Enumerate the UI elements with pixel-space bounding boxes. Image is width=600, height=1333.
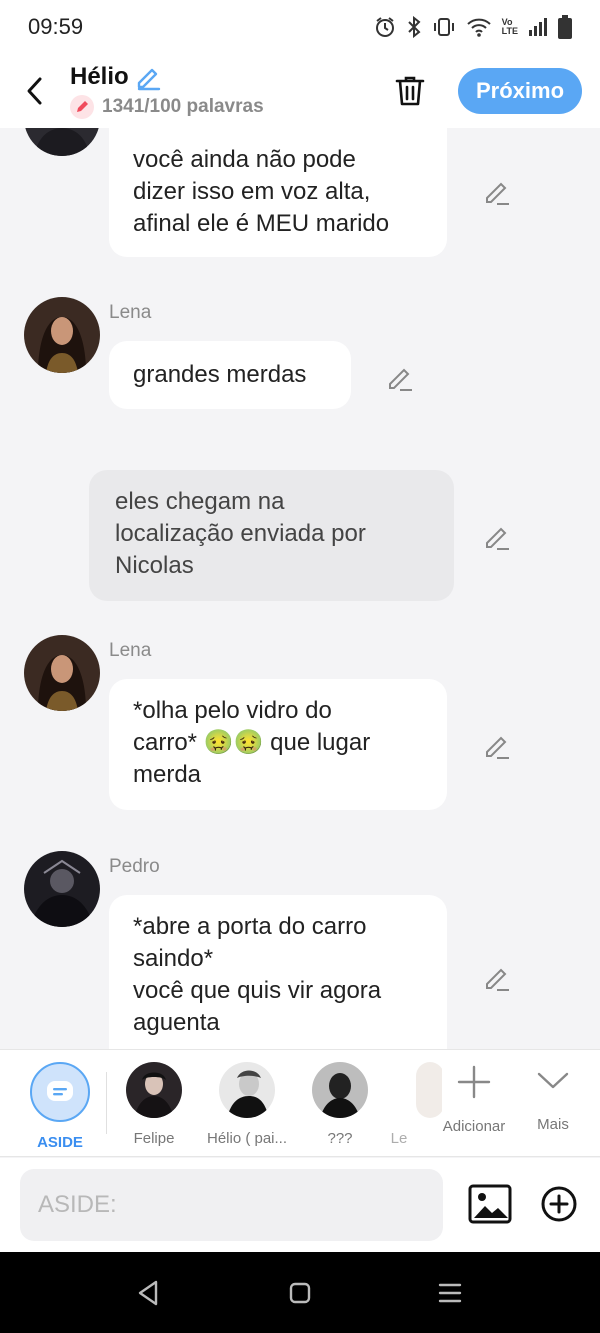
- chat-area[interactable]: você ainda não pode dizer isso em voz al…: [0, 128, 600, 1049]
- bluetooth-icon: [407, 16, 421, 38]
- system-nav-bar: [0, 1252, 600, 1333]
- status-time: 09:59: [28, 14, 84, 39]
- edit-message-icon[interactable]: [482, 176, 512, 206]
- avatar: [126, 1062, 182, 1118]
- word-count-badge: [70, 95, 94, 119]
- sender-name: Lena: [109, 640, 152, 661]
- character-bar: ASIDE Felipe Hélio ( pai... ??? Le Adici…: [0, 1049, 600, 1157]
- message-bubble[interactable]: você ainda não pode dizer isso em voz al…: [109, 128, 447, 257]
- character-helio[interactable]: Hélio ( pai...: [207, 1062, 287, 1147]
- character-felipe[interactable]: Felipe: [114, 1062, 194, 1147]
- message-bubble[interactable]: grandes merdas: [109, 341, 351, 409]
- avatar[interactable]: [24, 128, 100, 156]
- chat-bubble-icon: [47, 1081, 73, 1101]
- page-title: Hélio: [70, 63, 129, 90]
- signal-icon: [529, 18, 547, 36]
- avatar[interactable]: [24, 297, 100, 373]
- edit-message-icon[interactable]: [482, 730, 512, 760]
- status-bar: 09:59 Vo LTE: [0, 0, 600, 54]
- alarm-icon: [375, 17, 394, 37]
- avatar: [312, 1062, 368, 1118]
- title-block: Hélio 1341/100 palavras: [70, 63, 384, 119]
- character-label: Hélio ( pai...: [206, 1130, 288, 1147]
- character-label: ???: [327, 1130, 353, 1147]
- back-button[interactable]: [0, 54, 70, 128]
- message-input[interactable]: [20, 1169, 443, 1241]
- plus-icon: [457, 1065, 491, 1099]
- avatar[interactable]: [24, 851, 100, 927]
- battery-icon: [558, 15, 572, 39]
- image-icon[interactable]: [468, 1184, 512, 1224]
- character-lena[interactable]: Le: [362, 1062, 442, 1147]
- next-button[interactable]: Próximo: [458, 68, 582, 114]
- sender-name: Lena: [109, 302, 152, 323]
- character-label: ASIDE: [37, 1134, 83, 1151]
- divider: [106, 1072, 107, 1134]
- message-bubble[interactable]: *olha pelo vidro do carro* 🤢🤢 que lugar …: [109, 679, 447, 810]
- character-label: Le: [390, 1130, 408, 1147]
- nav-home-icon[interactable]: [283, 1276, 317, 1310]
- avatar[interactable]: [24, 635, 100, 711]
- word-count: 1341/100 palavras: [102, 96, 264, 117]
- add-circle-icon[interactable]: [540, 1185, 578, 1223]
- status-icons: Vo LTE: [374, 15, 572, 39]
- add-character-button[interactable]: Adicionar: [434, 1064, 514, 1135]
- wifi-icon: [466, 18, 491, 37]
- header: Hélio 1341/100 palavras Próximo: [0, 54, 600, 128]
- chevron-left-icon: [27, 77, 42, 105]
- message-bubble[interactable]: *abre a porta do carro saindo* você que …: [109, 895, 447, 1049]
- more-label: Mais: [537, 1116, 569, 1133]
- edit-message-icon[interactable]: [482, 521, 512, 551]
- add-label: Adicionar: [442, 1118, 506, 1135]
- narration-bubble[interactable]: eles chegam na localização enviada por N…: [89, 470, 454, 601]
- chevron-down-icon: [537, 1072, 569, 1089]
- edit-message-icon[interactable]: [385, 362, 415, 392]
- vibrate-icon: [433, 18, 454, 36]
- aside-avatar: [30, 1062, 90, 1122]
- nav-recents-icon[interactable]: [433, 1276, 467, 1310]
- edit-title-icon[interactable]: [135, 63, 163, 91]
- character-label: Felipe: [133, 1130, 175, 1147]
- nav-back-icon[interactable]: [132, 1276, 166, 1310]
- sender-name: Pedro: [109, 856, 160, 877]
- trash-icon: [395, 76, 425, 106]
- character-aside[interactable]: ASIDE: [20, 1062, 100, 1151]
- edit-message-icon[interactable]: [482, 962, 512, 992]
- avatar: [219, 1062, 275, 1118]
- pencil-icon: [77, 101, 88, 112]
- delete-button[interactable]: [384, 65, 436, 117]
- volte-icon: Vo LTE: [501, 17, 518, 36]
- input-bar: [0, 1158, 600, 1252]
- more-button[interactable]: Mais: [513, 1068, 593, 1133]
